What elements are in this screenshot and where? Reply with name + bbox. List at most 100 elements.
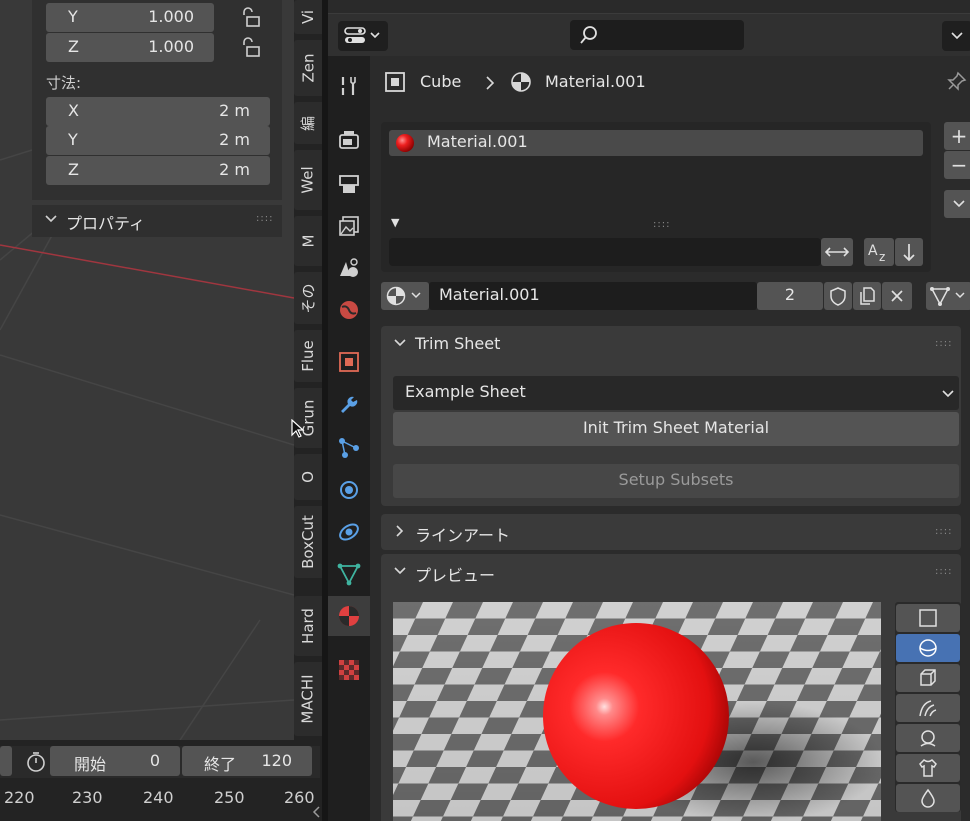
tab-render[interactable] [333, 124, 365, 156]
sort-reverse-button[interactable] [895, 238, 923, 266]
fake-user-button[interactable] [824, 282, 852, 310]
chevron-right-icon [486, 76, 495, 90]
side-tab-o[interactable]: O [294, 454, 322, 500]
list-resize-grip-icon[interactable]: :::: [653, 219, 670, 230]
preview-cloth-button[interactable] [896, 754, 960, 782]
filter-toggle-icon[interactable]: ▼ [391, 216, 399, 229]
drag-grip-icon[interactable]: :::: [935, 338, 952, 349]
plane-icon [919, 609, 937, 627]
remove-slot-button[interactable]: − [944, 151, 970, 179]
drag-grip-icon[interactable]: :::: [935, 526, 952, 537]
preview-monkey-button[interactable] [896, 724, 960, 752]
dimension-x-field[interactable]: X 2 m [46, 97, 270, 126]
tab-constraints[interactable] [333, 516, 365, 548]
unlink-material-button[interactable] [882, 282, 912, 310]
side-tab-zen[interactable]: Zen [294, 40, 322, 96]
end-frame-value: 120 [261, 751, 292, 770]
tab-material[interactable] [328, 596, 370, 636]
scale-value: 1.000 [148, 37, 194, 56]
view-layer-icon [339, 216, 359, 236]
chevron-down-icon [951, 32, 963, 40]
lock-icon[interactable] [238, 36, 262, 60]
tab-particles[interactable] [333, 432, 365, 464]
tab-scene[interactable] [333, 252, 365, 284]
lock-icon[interactable] [238, 6, 262, 30]
side-tab-wel[interactable]: Wel [294, 150, 322, 210]
trim-sheet-panel-header[interactable]: Trim Sheet :::: [381, 326, 961, 362]
side-tab-edit[interactable]: 編 [294, 102, 322, 144]
options-dropdown-button[interactable] [942, 21, 970, 51]
material-name-field[interactable]: Material.001 [429, 282, 757, 310]
tab-tool[interactable] [333, 70, 365, 102]
side-tab-label: Vi [298, 9, 317, 25]
properties-panel-header[interactable]: プロパティ :::: [32, 205, 282, 237]
tab-object[interactable] [333, 346, 365, 378]
tab-modifiers[interactable] [333, 390, 365, 422]
tab-view-layer[interactable] [333, 210, 365, 242]
sort-alpha-button[interactable]: A z [864, 238, 894, 266]
trim-sheet-dropdown[interactable]: Example Sheet [393, 376, 959, 410]
sphere-icon [919, 639, 937, 657]
drag-grip-icon[interactable]: :::: [256, 213, 273, 224]
side-tab-vi[interactable]: Vi [294, 0, 322, 34]
side-tab-label: BoxCut [299, 515, 317, 569]
axis-label: Z [68, 37, 79, 56]
preview-hair-button[interactable] [896, 694, 960, 722]
preview-panel-header[interactable]: プレビュー :::: [381, 554, 961, 590]
setup-subsets-button[interactable]: Setup Subsets [393, 464, 959, 498]
side-tab-m[interactable]: M [294, 216, 322, 266]
start-frame-field[interactable]: 開始 0 [50, 746, 180, 776]
preview-cube-button[interactable] [896, 664, 960, 692]
end-frame-field[interactable]: 終了 120 [182, 746, 312, 776]
side-tab-label: Hard [299, 608, 317, 644]
material-icon [339, 606, 359, 626]
chevron-right-icon [396, 525, 404, 537]
scale-z-field[interactable]: Z 1.000 [46, 33, 214, 62]
side-tab-machi[interactable]: MACHI [294, 662, 322, 736]
tab-data[interactable] [333, 558, 365, 590]
tab-output[interactable] [333, 168, 365, 200]
link-type-dropdown[interactable] [926, 282, 970, 310]
filter-exclude-button[interactable] [821, 238, 853, 266]
add-slot-button[interactable]: + [944, 122, 970, 150]
preview-fluid-button[interactable] [896, 784, 960, 812]
init-trim-sheet-button[interactable]: Init Trim Sheet Material [393, 412, 959, 446]
dimension-z-field[interactable]: Z 2 m [46, 156, 270, 185]
user-count-button[interactable]: 2 [757, 282, 823, 310]
minus-icon: − [950, 153, 968, 177]
editor-type-button[interactable] [338, 21, 388, 51]
material-slot-row[interactable]: Material.001 [389, 130, 923, 156]
drag-grip-icon[interactable]: :::: [935, 566, 952, 577]
side-tab-boxcut[interactable]: BoxCut [294, 506, 322, 578]
tab-physics[interactable] [333, 474, 365, 506]
frame-number: 230 [72, 788, 103, 807]
lineart-panel: ラインアート :::: [381, 514, 961, 550]
preview-shape-column [895, 602, 961, 812]
side-tab-label: Wel [298, 166, 317, 194]
3d-viewport[interactable]: Y 1.000 Z 1.000 寸法: X 2 m Y 2 m Z 2 m プロ… [0, 0, 294, 740]
slot-filter-input[interactable] [389, 238, 821, 266]
dimension-y-field[interactable]: Y 2 m [46, 126, 270, 155]
stopwatch-icon[interactable] [24, 750, 48, 774]
search-input[interactable] [570, 20, 744, 50]
new-material-button[interactable] [853, 282, 881, 310]
side-tab-grun[interactable]: Grun [294, 388, 322, 448]
preview-flat-button[interactable] [896, 604, 960, 632]
tab-world[interactable] [333, 294, 365, 326]
timeline-field-left[interactable] [0, 746, 12, 776]
preview-sphere-button[interactable] [896, 634, 960, 662]
slot-specials-button[interactable] [944, 190, 970, 218]
scale-y-field[interactable]: Y 1.000 [46, 3, 214, 32]
side-tab-flue[interactable]: Flue [294, 330, 322, 382]
frame-number: 240 [143, 788, 174, 807]
mouse-cursor-icon [291, 419, 305, 438]
tab-texture[interactable] [333, 654, 365, 686]
side-tab-sono[interactable]: その [294, 272, 322, 324]
n-panel: Y 1.000 Z 1.000 寸法: X 2 m Y 2 m Z 2 m [32, 0, 282, 200]
pin-icon[interactable] [946, 70, 968, 92]
browse-material-button[interactable] [381, 282, 429, 310]
lineart-panel-header[interactable]: ラインアート :::: [381, 514, 961, 550]
side-tab-hard[interactable]: Hard [294, 596, 322, 656]
material-sphere-icon [396, 134, 414, 152]
chevron-left-icon[interactable] [312, 806, 322, 818]
